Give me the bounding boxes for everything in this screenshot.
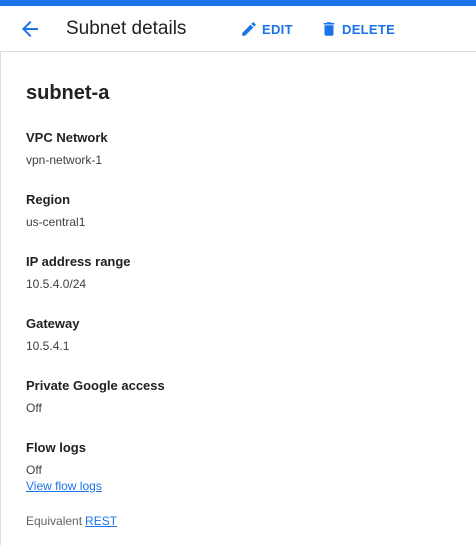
delete-button[interactable]: DELETE [320,17,395,41]
edit-button[interactable]: EDIT [240,17,293,41]
page-title: Subnet details [66,18,187,39]
field-value-private-google-access: Off [26,401,42,415]
back-button[interactable] [18,17,42,41]
field-label-gateway: Gateway [26,316,80,331]
field-label-ip-range: IP address range [26,254,131,269]
field-value-gateway: 10.5.4.1 [26,339,70,353]
field-value-region: us-central1 [26,215,86,229]
subnet-name: subnet-a [26,82,110,104]
field-label-vpc-network: VPC Network [26,130,108,145]
field-label-region: Region [26,192,71,207]
view-flow-logs-link[interactable]: View flow logs [26,478,102,494]
page-header: Subnet details EDIT DELETE [0,6,476,52]
rest-link[interactable]: REST [85,514,117,528]
panel-left-border [0,52,1,545]
field-label-private-google-access: Private Google access [26,378,165,393]
trash-icon [323,22,335,36]
field-value-vpc-network: vpn-network-1 [26,153,103,167]
delete-button-label: DELETE [342,21,396,37]
field-value-flow-logs: Off [26,463,42,477]
equivalent-label: Equivalent [26,514,83,528]
edit-button-label: EDIT [262,21,293,37]
field-label-flow-logs: Flow logs [26,440,86,455]
arrow-back-icon [22,21,38,37]
pencil-icon [242,22,256,36]
field-value-ip-range: 10.5.4.0/24 [26,277,87,291]
equivalent-rest-footer: Equivalent REST [26,513,117,529]
